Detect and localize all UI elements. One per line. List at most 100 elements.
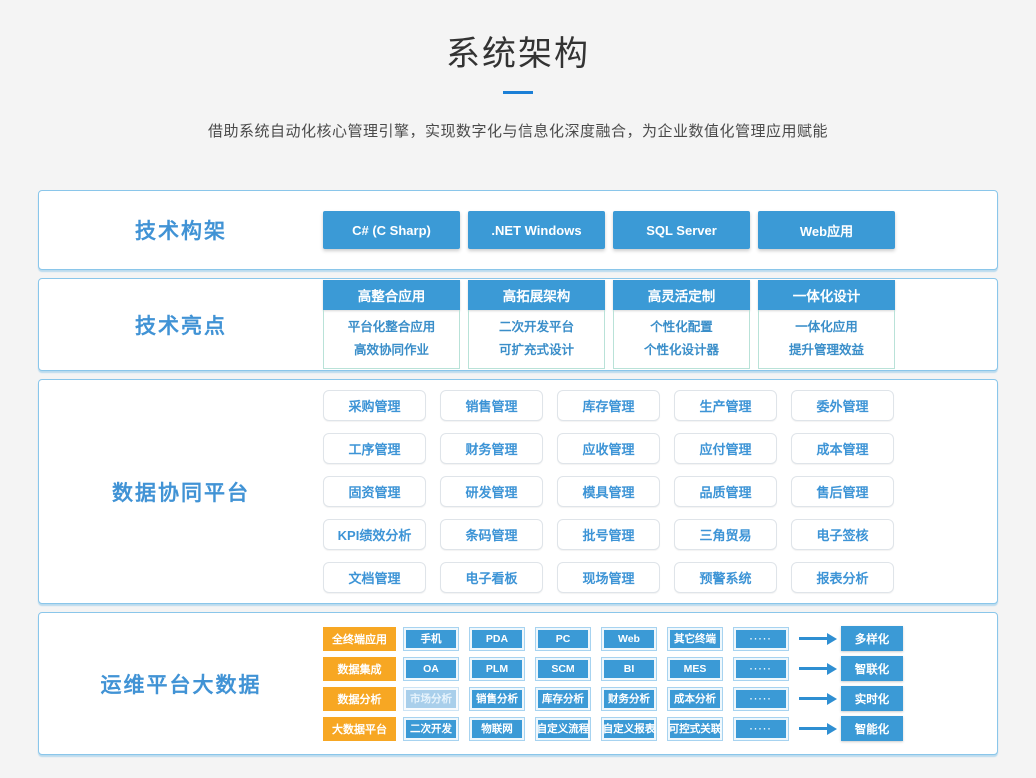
ops-item-button[interactable]: 库存分析 — [535, 687, 591, 711]
page-subtitle: 借助系统自动化核心管理引擎，实现数字化与信息化深度融合，为企业数值化管理应用赋能 — [0, 120, 1036, 141]
highlight-card-line: 可扩充式设计 — [469, 339, 604, 362]
ops-item-button[interactable]: SCM — [535, 657, 591, 681]
ops-ellipsis-button[interactable]: ····· — [733, 717, 789, 741]
module-button[interactable]: 品质管理 — [674, 476, 777, 507]
module-button[interactable]: 应付管理 — [674, 433, 777, 464]
tech-framework-button[interactable]: C# (C Sharp) — [323, 211, 460, 249]
arrow-head — [827, 663, 837, 675]
module-button[interactable]: 成本管理 — [791, 433, 894, 464]
module-button[interactable]: 工序管理 — [323, 433, 426, 464]
module-button[interactable]: 文档管理 — [323, 562, 426, 593]
ops-ellipsis-button[interactable]: ····· — [733, 657, 789, 681]
highlight-card-line: 一体化应用 — [759, 316, 894, 339]
ops-item-button[interactable]: 自定义流程 — [535, 717, 591, 741]
module-button[interactable]: 应收管理 — [557, 433, 660, 464]
panel-label-tech-highlights: 技术亮点 — [39, 310, 323, 340]
ops-category-label: 数据分析 — [323, 687, 396, 711]
module-button[interactable]: 批号管理 — [557, 519, 660, 550]
page-header: 系统架构 借助系统自动化核心管理引擎，实现数字化与信息化深度融合，为企业数值化管… — [0, 0, 1036, 141]
panel-tech-highlights: 技术亮点 高整合应用平台化整合应用高效协同作业高拓展架构二次开发平台可扩充式设计… — [38, 278, 998, 371]
ops-item-button[interactable]: 二次开发 — [403, 717, 459, 741]
module-button[interactable]: 三角贸易 — [674, 519, 777, 550]
arrow-bar — [799, 637, 827, 640]
ops-bigdata-rows: 全终端应用手机 PDA PC Web 其它终端 ····· 多样化数据集成 OA PLM SCM B… — [323, 626, 997, 741]
ops-ellipsis-button[interactable]: ····· — [733, 687, 789, 711]
tech-framework-button[interactable]: SQL Server — [613, 211, 750, 249]
ops-item-button[interactable]: 物联网 — [469, 717, 525, 741]
ops-item-button[interactable]: 销售分析 — [469, 687, 525, 711]
ops-item-button[interactable]: Web — [601, 627, 657, 651]
highlight-card: 高整合应用平台化整合应用高效协同作业 — [323, 280, 460, 369]
panel-data-platform: 数据协同平台 采购管理销售管理库存管理生产管理委外管理工序管理财务管理应收管理应… — [38, 379, 998, 604]
module-button[interactable]: 电子看板 — [440, 562, 543, 593]
ops-row: 全终端应用手机 PDA PC Web 其它终端 ····· 多样化 — [323, 626, 997, 651]
arrow-right-icon — [799, 723, 837, 735]
highlight-card-body: 个性化配置个性化设计器 — [613, 310, 750, 369]
page-title: 系统架构 — [0, 26, 1036, 75]
ops-result-button[interactable]: 实时化 — [841, 686, 903, 711]
module-button[interactable]: 委外管理 — [791, 390, 894, 421]
module-button[interactable]: 销售管理 — [440, 390, 543, 421]
highlight-card: 一体化设计一体化应用提升管理效益 — [758, 280, 895, 369]
highlight-card-header: 高拓展架构 — [468, 280, 605, 310]
module-button[interactable]: 条码管理 — [440, 519, 543, 550]
highlight-card-header: 一体化设计 — [758, 280, 895, 310]
arrow-right-icon — [799, 693, 837, 705]
ops-result-button[interactable]: 智联化 — [841, 656, 903, 681]
ops-item-button[interactable]: OA — [403, 657, 459, 681]
panel-label-data-platform: 数据协同平台 — [39, 477, 323, 507]
module-button[interactable]: 采购管理 — [323, 390, 426, 421]
highlight-card-body: 一体化应用提升管理效益 — [758, 310, 895, 369]
tech-framework-buttons: C# (C Sharp).NET WindowsSQL ServerWeb应用 — [323, 211, 997, 249]
highlight-card-line: 个性化配置 — [614, 316, 749, 339]
ops-item-button[interactable]: 手机 — [403, 627, 459, 651]
highlight-card-header: 高整合应用 — [323, 280, 460, 310]
arrow-bar — [799, 667, 827, 670]
ops-item-button[interactable]: 其它终端 — [667, 627, 723, 651]
highlight-card-header: 高灵活定制 — [613, 280, 750, 310]
module-button[interactable]: 售后管理 — [791, 476, 894, 507]
tech-highlight-cards: 高整合应用平台化整合应用高效协同作业高拓展架构二次开发平台可扩充式设计高灵活定制… — [323, 280, 997, 369]
page: 系统架构 借助系统自动化核心管理引擎，实现数字化与信息化深度融合，为企业数值化管… — [0, 0, 1036, 755]
ops-item-button[interactable]: 财务分析 — [601, 687, 657, 711]
ops-category-label: 数据集成 — [323, 657, 396, 681]
arrow-head — [827, 723, 837, 735]
ops-category-label: 大数据平台 — [323, 717, 396, 741]
module-button[interactable]: 现场管理 — [557, 562, 660, 593]
highlight-card-line: 提升管理效益 — [759, 339, 894, 362]
ops-item-button[interactable]: 市场分析 — [403, 687, 459, 711]
highlight-card: 高灵活定制个性化配置个性化设计器 — [613, 280, 750, 369]
module-button[interactable]: 电子签核 — [791, 519, 894, 550]
tech-framework-button[interactable]: .NET Windows — [468, 211, 605, 249]
ops-item-button[interactable]: 可控式关联 — [667, 717, 723, 741]
arrow-bar — [799, 697, 827, 700]
module-button[interactable]: 研发管理 — [440, 476, 543, 507]
module-button[interactable]: 固资管理 — [323, 476, 426, 507]
module-button[interactable]: KPI绩效分析 — [323, 519, 426, 550]
ops-item-button[interactable]: 自定义报表 — [601, 717, 657, 741]
module-button[interactable]: 生产管理 — [674, 390, 777, 421]
ops-result-button[interactable]: 多样化 — [841, 626, 903, 651]
ops-row: 数据集成 OA PLM SCM BI MES ····· 智联化 — [323, 656, 997, 681]
ops-category-label: 全终端应用 — [323, 627, 396, 651]
module-button[interactable]: 模具管理 — [557, 476, 660, 507]
module-button[interactable]: 预警系统 — [674, 562, 777, 593]
ops-item-button[interactable]: MES — [667, 657, 723, 681]
highlight-card-body: 平台化整合应用高效协同作业 — [323, 310, 460, 369]
arrow-right-icon — [799, 633, 837, 645]
ops-item-button[interactable]: 成本分析 — [667, 687, 723, 711]
ops-item-button[interactable]: PDA — [469, 627, 525, 651]
ops-result-button[interactable]: 智能化 — [841, 716, 903, 741]
ops-ellipsis-button[interactable]: ····· — [733, 627, 789, 651]
module-button[interactable]: 库存管理 — [557, 390, 660, 421]
highlight-card-line: 二次开发平台 — [469, 316, 604, 339]
module-button[interactable]: 报表分析 — [791, 562, 894, 593]
highlight-card-line: 个性化设计器 — [614, 339, 749, 362]
ops-row: 大数据平台二次开发物联网自定义流程自定义报表可控式关联 ····· 智能化 — [323, 716, 997, 741]
ops-item-button[interactable]: BI — [601, 657, 657, 681]
ops-item-button[interactable]: PLM — [469, 657, 525, 681]
tech-framework-button[interactable]: Web应用 — [758, 211, 895, 249]
module-button[interactable]: 财务管理 — [440, 433, 543, 464]
arrow-head — [827, 633, 837, 645]
ops-item-button[interactable]: PC — [535, 627, 591, 651]
